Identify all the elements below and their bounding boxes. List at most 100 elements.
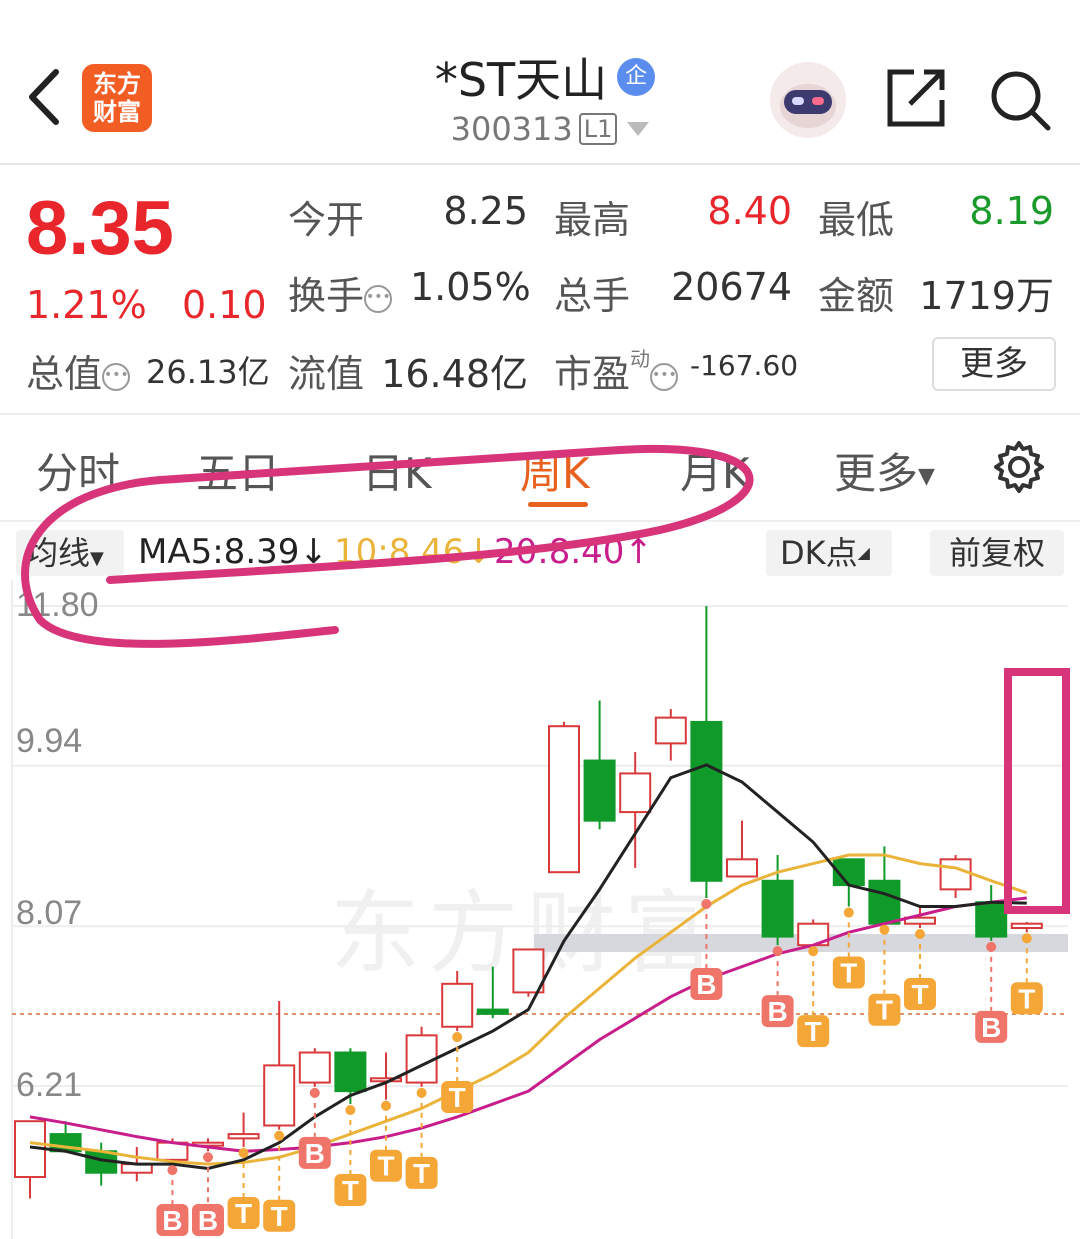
more-quote-button[interactable]: 更多: [932, 337, 1056, 391]
ma-select-label: 均线: [26, 534, 91, 572]
open-value: 8.25: [443, 189, 528, 233]
candle-body: [975, 901, 1008, 938]
mktcap-label-text: 总值: [26, 352, 103, 396]
tab-five-day[interactable]: 五日: [196, 440, 280, 501]
volume-value: 20674: [671, 265, 792, 309]
candle-body: [619, 772, 652, 814]
signal-label: B: [162, 1205, 182, 1236]
candle-body: [583, 759, 616, 822]
y-tick-label: 6.21: [16, 1066, 83, 1104]
ma5-value: MA5:8.39↓: [138, 532, 328, 572]
signal-label: B: [767, 996, 787, 1027]
current-price: 8.35: [26, 186, 174, 271]
pe-dynamic-mark: 动: [630, 347, 651, 371]
float-value: 16.48亿: [381, 352, 528, 396]
info-dots-icon[interactable]: •••: [102, 362, 131, 391]
signal-label: T: [805, 1016, 822, 1047]
pe-value: -167.60: [690, 349, 799, 382]
open-label: 今开: [288, 198, 365, 242]
signal-label: T: [342, 1175, 359, 1206]
high-value: 8.40: [707, 189, 792, 233]
volume-label: 总手: [554, 274, 631, 318]
share-icon[interactable]: [884, 66, 948, 130]
dropdown-triangle-icon[interactable]: [627, 122, 650, 136]
kline-svg: B B T TBTT TTBBTTTTBT: [11, 580, 1070, 1239]
active-tab-indicator: [528, 502, 588, 507]
y-tick-label: 9.94: [16, 722, 83, 760]
search-icon[interactable]: [988, 68, 1052, 132]
signal-label: T: [1018, 983, 1035, 1014]
indicator-row: 均线▼ MA5:8.39↓ 10:8.46↓ 20:8.40↑ DK点◢ 前复权: [0, 520, 1080, 580]
candle-body: [476, 1008, 509, 1015]
pe-label[interactable]: 市盈动•••: [554, 343, 679, 398]
candle-body: [263, 1064, 296, 1127]
dropdown-triangle-icon: ▼: [90, 548, 104, 569]
signal-label: T: [449, 1082, 466, 1113]
y-tick-label: 11.80: [16, 586, 99, 624]
signal-label: B: [305, 1138, 325, 1169]
candle-body: [726, 858, 758, 878]
candle-body: [690, 720, 723, 882]
info-dots-icon[interactable]: •••: [650, 362, 679, 391]
high-label: 最高: [554, 198, 631, 242]
low-label: 最低: [818, 198, 895, 242]
kline-chart[interactable]: 东方财富 BBTTBTTTTBBTTTTBT 11.80 9.94 8.07 6…: [0, 580, 1080, 1239]
ma20-value: 20:8.40↑: [494, 532, 653, 572]
turnover-label[interactable]: 换手 •••: [288, 265, 393, 320]
candle-body: [512, 948, 545, 994]
y-tick-label: 8.07: [16, 894, 83, 932]
candle-body: [654, 716, 687, 745]
turnover-value: 1.05%: [410, 265, 531, 309]
candle-body: [761, 879, 794, 938]
ma-select[interactable]: 均线▼: [16, 530, 124, 576]
candle-body: [227, 1133, 260, 1140]
candle-body: [334, 1051, 367, 1093]
corner-triangle-icon: ◢: [857, 543, 870, 562]
signal-label: B: [696, 969, 716, 1000]
signal-label: T: [876, 995, 893, 1026]
enterprise-badge: 企: [617, 58, 656, 96]
signal-label: T: [377, 1151, 394, 1182]
float-label: 流值: [288, 352, 365, 396]
low-value: 8.19: [969, 189, 1054, 233]
robot-assistant-icon[interactable]: [770, 62, 846, 138]
amount-value: 1719万: [919, 274, 1054, 318]
signal-label: T: [413, 1158, 430, 1189]
highlight-box-annotation: [1004, 668, 1070, 914]
gear-icon[interactable]: [992, 440, 1046, 494]
tab-more[interactable]: 更多▼: [834, 440, 935, 501]
candle-body: [548, 725, 580, 874]
dk-point-label: DK点: [780, 534, 858, 572]
tab-more-label: 更多: [834, 449, 919, 498]
turnover-label-text: 换手: [288, 274, 365, 318]
adjust-button[interactable]: 前复权: [930, 530, 1064, 576]
tab-intraday[interactable]: 分时: [36, 440, 120, 501]
signal-label: B: [198, 1205, 218, 1236]
top-bar: 东方 财富 *ST天山 企 300313 L1: [0, 0, 1080, 165]
signal-label: T: [911, 979, 928, 1010]
change-percent: 1.21%: [26, 283, 147, 327]
period-tabs: 分时 五日 日K 周K 月K 更多▼: [0, 430, 1080, 510]
change-amount: 0.10: [182, 283, 267, 327]
candle-body: [868, 879, 901, 925]
signal-label: T: [235, 1198, 252, 1229]
small-triangle-icon: ▼: [918, 464, 935, 489]
candle-body: [1010, 922, 1043, 930]
signal-label: B: [981, 1012, 1001, 1043]
info-dots-icon[interactable]: •••: [364, 284, 393, 313]
tab-daily-k[interactable]: 日K: [362, 440, 432, 501]
quote-panel: 8.35 1.21% 0.10 今开 8.25 最高 8.40 最低 8.19 …: [0, 165, 1080, 415]
candle-body: [441, 982, 474, 1028]
candle-body: [298, 1051, 331, 1084]
level-badge: L1: [578, 113, 618, 145]
mktcap-value: 26.13亿: [146, 353, 270, 391]
pe-label-text: 市盈: [554, 352, 631, 396]
tab-monthly-k[interactable]: 月K: [680, 440, 750, 501]
amount-label: 金额: [818, 274, 895, 318]
signal-label: T: [840, 958, 857, 989]
mktcap-label[interactable]: 总值 •••: [26, 343, 131, 398]
stock-name: *ST天山: [434, 53, 608, 107]
tab-weekly-k[interactable]: 周K: [520, 440, 590, 501]
dk-point-button[interactable]: DK点◢: [766, 530, 892, 576]
stock-code: 300313: [450, 110, 573, 148]
